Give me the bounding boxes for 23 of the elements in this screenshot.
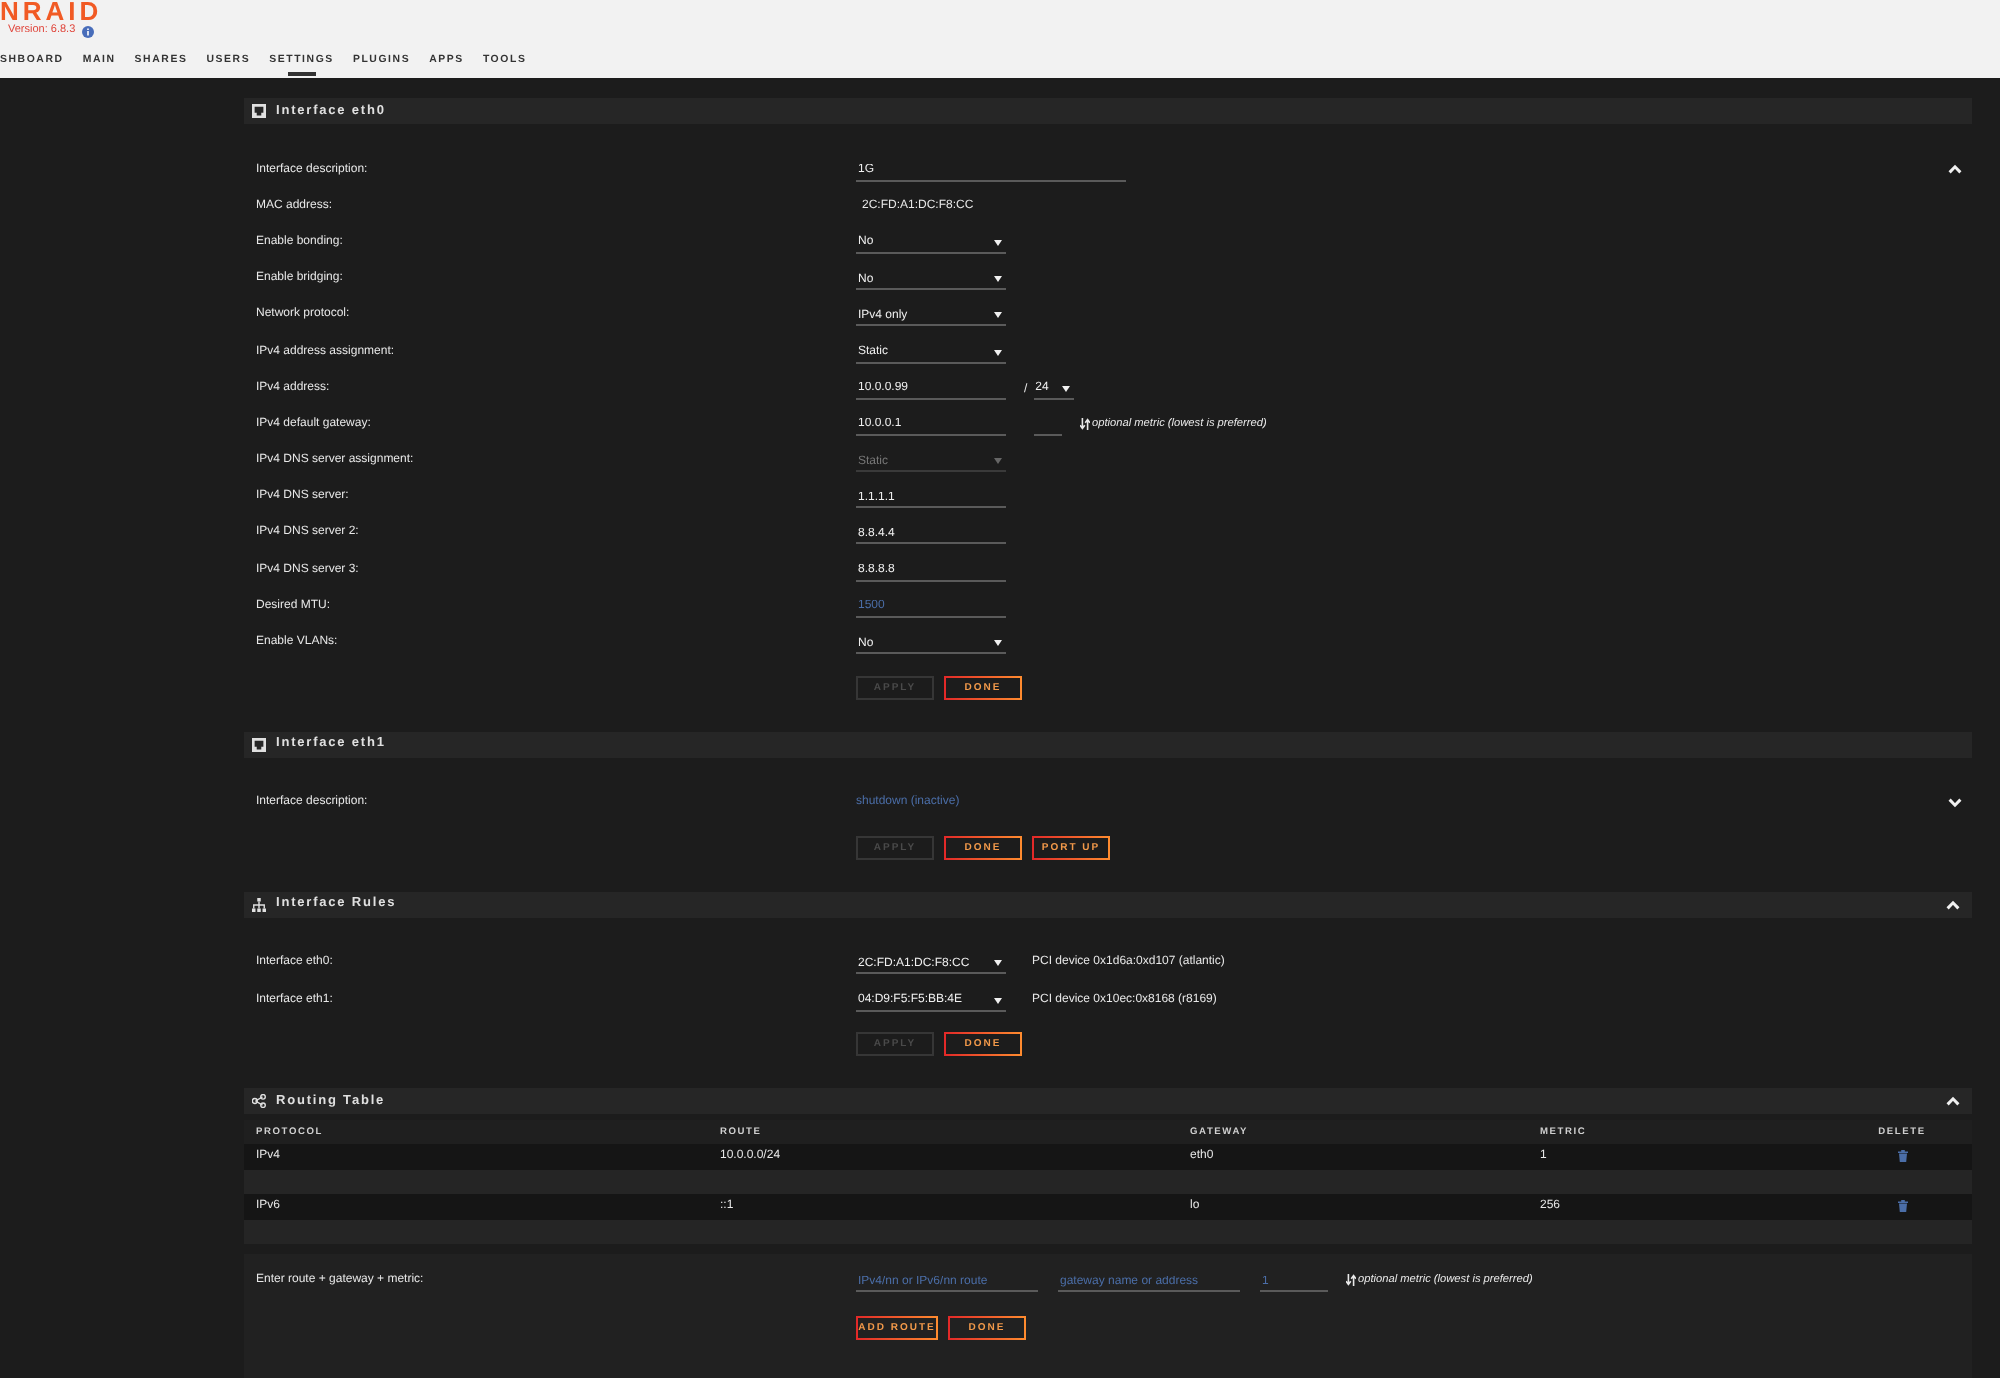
caret-down-icon	[994, 239, 1002, 246]
info-icon[interactable]	[81, 25, 94, 37]
ethernet-port-icon	[252, 104, 266, 118]
sitemap-icon	[252, 897, 266, 912]
up-down-arrows-icon	[1080, 417, 1090, 430]
chevron-up-icon[interactable]	[1946, 1096, 1960, 1107]
up-down-arrows-icon	[1346, 1274, 1356, 1287]
caret-down-icon	[994, 349, 1002, 356]
caret-down-icon	[994, 640, 1002, 647]
trash-icon[interactable]	[1897, 1200, 1907, 1213]
logo-text: NRAID	[0, 0, 103, 22]
chevron-up-icon[interactable]	[1946, 899, 1960, 910]
caret-down-icon	[994, 458, 1002, 465]
share-nodes-icon	[252, 1094, 266, 1109]
caret-down-icon	[994, 997, 1002, 1004]
trash-icon[interactable]	[1897, 1150, 1907, 1163]
caret-down-icon	[994, 312, 1002, 319]
ethernet-port-icon	[252, 737, 266, 752]
caret-down-icon	[994, 276, 1002, 283]
chevron-down-icon[interactable]	[1948, 797, 1962, 808]
caret-down-icon	[1061, 385, 1070, 392]
chevron-up-icon[interactable]	[1948, 164, 1962, 175]
caret-down-icon	[994, 960, 1002, 967]
